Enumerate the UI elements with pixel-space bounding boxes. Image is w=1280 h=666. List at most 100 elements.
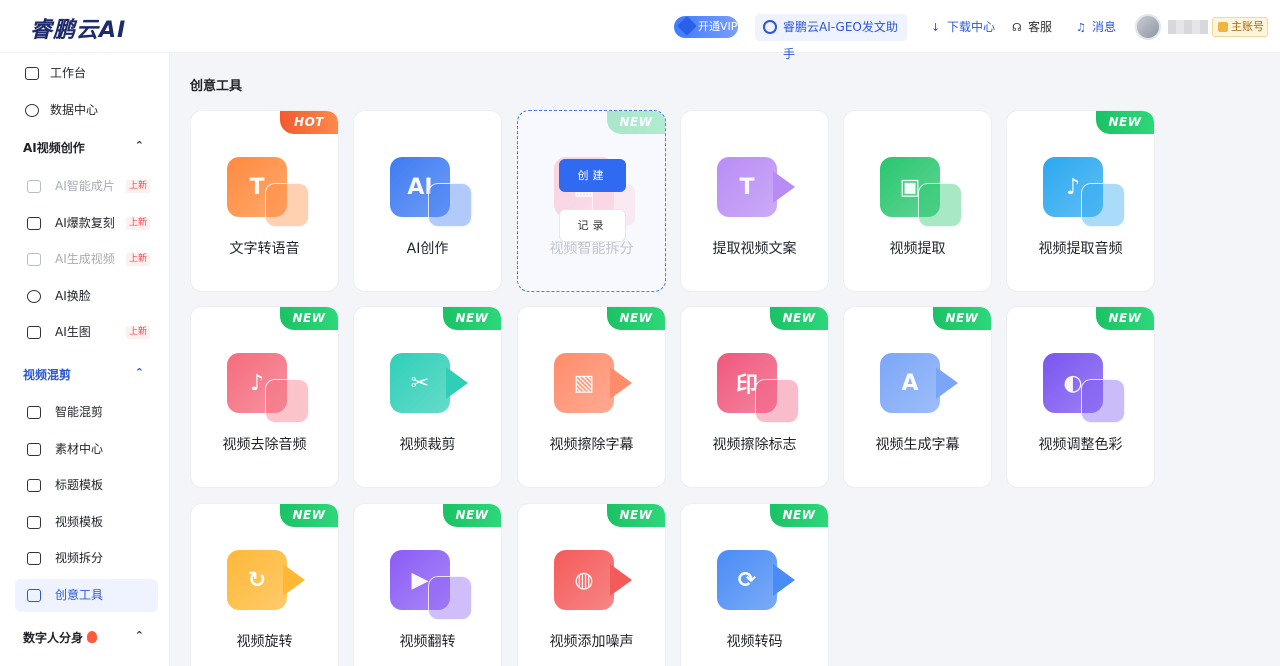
vip-label: 开通VIP — [698, 20, 738, 33]
sidebar-item-ai-generate-video[interactable]: AI生成视频 上新 — [15, 243, 158, 276]
flame-icon — [87, 631, 98, 643]
main-account-label: 主账号 — [1231, 20, 1264, 33]
sidebar-item-label: 工作台 — [50, 66, 87, 80]
sidebar-item-video-template[interactable]: 视频模板 — [15, 506, 158, 539]
chevron-up-icon: ⌃ — [134, 139, 144, 152]
new-tag: 上新 — [125, 326, 150, 339]
sidebar-item-video-split[interactable]: 视频拆分 — [15, 542, 158, 575]
tool-card-label: 视频擦除字幕 — [549, 437, 634, 453]
sidebar-item-label: AI爆款复刻 — [55, 216, 115, 230]
color-adjust-icon: ◐ — [1043, 353, 1127, 427]
sidebar-item-label: 视频拆分 — [55, 551, 104, 565]
sidebar-item-label: AI生成视频 — [55, 252, 115, 266]
folder-icon — [27, 443, 41, 456]
tool-card-label: 视频提取音频 — [1038, 241, 1123, 257]
geo-label: 睿鹏云AI-GEO发文助手 — [783, 20, 898, 61]
new-badge: NEW — [607, 307, 665, 330]
main-account-badge[interactable]: 主账号 — [1212, 17, 1268, 37]
group-digital-human[interactable]: 数字人分身 ⌃ — [23, 629, 148, 646]
flip-icon: ▶ — [390, 550, 474, 624]
erase-logo-icon: 印 — [717, 353, 801, 427]
geo-assistant-button[interactable]: 睿鹏云AI-GEO发文助手 — [755, 14, 907, 61]
tool-card[interactable]: NEW ♪ 视频去除音频 — [190, 306, 339, 488]
tool-card[interactable]: NEW 印视频擦除标志 — [680, 306, 829, 488]
tool-card[interactable]: NEW ✂ 视频裁剪 — [353, 306, 502, 488]
tool-card[interactable]: NEW ⟳ 视频转码 — [680, 503, 829, 666]
tool-card[interactable]: NEW ◐ 视频调整色彩 — [1006, 306, 1155, 488]
customer-service-link[interactable]: ☊ 客服 — [1012, 18, 1052, 35]
message-label: 消息 — [1092, 20, 1117, 34]
create-button[interactable]: 创建 — [559, 159, 626, 192]
app-logo[interactable]: 睿鹏云AI — [30, 12, 126, 44]
sidebar-item-ai-image[interactable]: AI生图 上新 — [15, 316, 158, 349]
ai-create-icon: AI — [390, 157, 474, 231]
transcode-icon: ⟳ — [717, 550, 801, 624]
tool-card-label: 视频翻转 — [399, 634, 456, 650]
hot-badge: HOT — [280, 111, 338, 134]
play-square-icon — [27, 406, 41, 419]
tool-card[interactable]: ▣ 视频提取 — [843, 110, 992, 292]
split-icon — [27, 552, 41, 565]
new-badge: NEW — [1096, 111, 1154, 134]
sidebar-item-ai-face-swap[interactable]: AI换脸 — [15, 280, 158, 313]
sidebar-item-creative-tools[interactable]: 创意工具 — [15, 579, 158, 612]
sidebar-item-label: AI换脸 — [55, 289, 91, 303]
messages-link[interactable]: ♫ 消息 — [1076, 18, 1116, 35]
record-button[interactable]: 记录 — [559, 209, 626, 242]
new-badge: NEW — [1096, 307, 1154, 330]
image-icon — [27, 326, 41, 339]
sidebar: 工作台 数据中心 AI视频创作 ⌃ AI智能成片 上新 AI爆款复刻 上新 AI… — [0, 53, 170, 666]
extract-audio-icon: ♪ — [1043, 157, 1127, 231]
new-badge: NEW — [280, 504, 338, 527]
generate-video-icon — [27, 253, 41, 266]
sidebar-item-label: 智能混剪 — [55, 405, 104, 419]
tool-card[interactable]: NEW ▶ 视频翻转 — [353, 503, 502, 666]
tool-card[interactable]: NEW▦视频智能拆分创建记录 — [517, 110, 666, 292]
tool-card[interactable]: NEW ▧ 视频擦除字幕 — [517, 306, 666, 488]
crop-icon: ✂ — [390, 353, 474, 427]
tool-card[interactable]: AI AI创作 — [353, 110, 502, 292]
username-redacted — [1168, 20, 1208, 34]
download-center-link[interactable]: ↓ 下载中心 — [931, 18, 995, 35]
group-video-mix[interactable]: 视频混剪 ⌃ — [23, 366, 148, 383]
sidebar-item-label: 素材中心 — [55, 442, 104, 456]
sidebar-item-ai-replicate[interactable]: AI爆款复刻 上新 — [15, 207, 158, 240]
group-label: 数字人分身 — [23, 631, 84, 645]
new-badge: NEW — [280, 307, 338, 330]
sidebar-item-ai-smart-film[interactable]: AI智能成片 上新 — [15, 170, 158, 203]
tool-card[interactable]: HOT T 文字转语音 — [190, 110, 339, 292]
replicate-icon — [27, 217, 41, 230]
diamond-icon — [677, 16, 697, 36]
tool-card[interactable]: NEW ↻ 视频旋转 — [190, 503, 339, 666]
tool-card-label: 文字转语音 — [229, 241, 300, 257]
tool-card[interactable]: NEW A 视频生成字幕 — [843, 306, 992, 488]
tool-card-label: 视频调整色彩 — [1038, 437, 1123, 453]
tool-card[interactable]: T 提取视频文案 — [680, 110, 829, 292]
noise-icon: ◍ — [554, 550, 638, 624]
tool-card-label: 视频提取 — [889, 241, 946, 257]
tool-card-label: 视频擦除标志 — [712, 437, 797, 453]
tool-card[interactable]: NEW ♪ 视频提取音频 — [1006, 110, 1155, 292]
group-ai-video[interactable]: AI视频创作 ⌃ — [23, 139, 148, 156]
chevron-up-icon: ⌃ — [134, 366, 144, 379]
bell-icon: ♫ — [1076, 21, 1086, 34]
extract-copy-icon: T — [717, 157, 801, 231]
new-tag: 上新 — [125, 217, 150, 230]
sidebar-item-data-center[interactable]: 数据中心 — [15, 94, 158, 127]
tool-card-label: 视频生成字幕 — [875, 437, 960, 453]
section-title: 创意工具 — [190, 79, 243, 94]
sidebar-item-smart-mix[interactable]: 智能混剪 — [15, 396, 158, 429]
avatar[interactable] — [1135, 14, 1161, 40]
tool-card-label: 提取视频文案 — [712, 241, 797, 257]
tool-card-label: 视频添加噪声 — [549, 634, 634, 650]
sidebar-item-label: 视频模板 — [55, 515, 104, 529]
sidebar-item-workbench[interactable]: 工作台 — [15, 57, 158, 90]
tool-card-label: 视频旋转 — [236, 634, 293, 650]
open-vip-button[interactable]: 开通VIP — [674, 16, 738, 38]
tool-card[interactable]: NEW ◍ 视频添加噪声 — [517, 503, 666, 666]
layout-icon — [27, 516, 41, 529]
sidebar-item-title-template[interactable]: 标题模板 — [15, 469, 158, 502]
remove-audio-icon: ♪ — [227, 353, 311, 427]
sidebar-item-material-center[interactable]: 素材中心 — [15, 433, 158, 466]
tool-card-label: 视频裁剪 — [399, 437, 456, 453]
